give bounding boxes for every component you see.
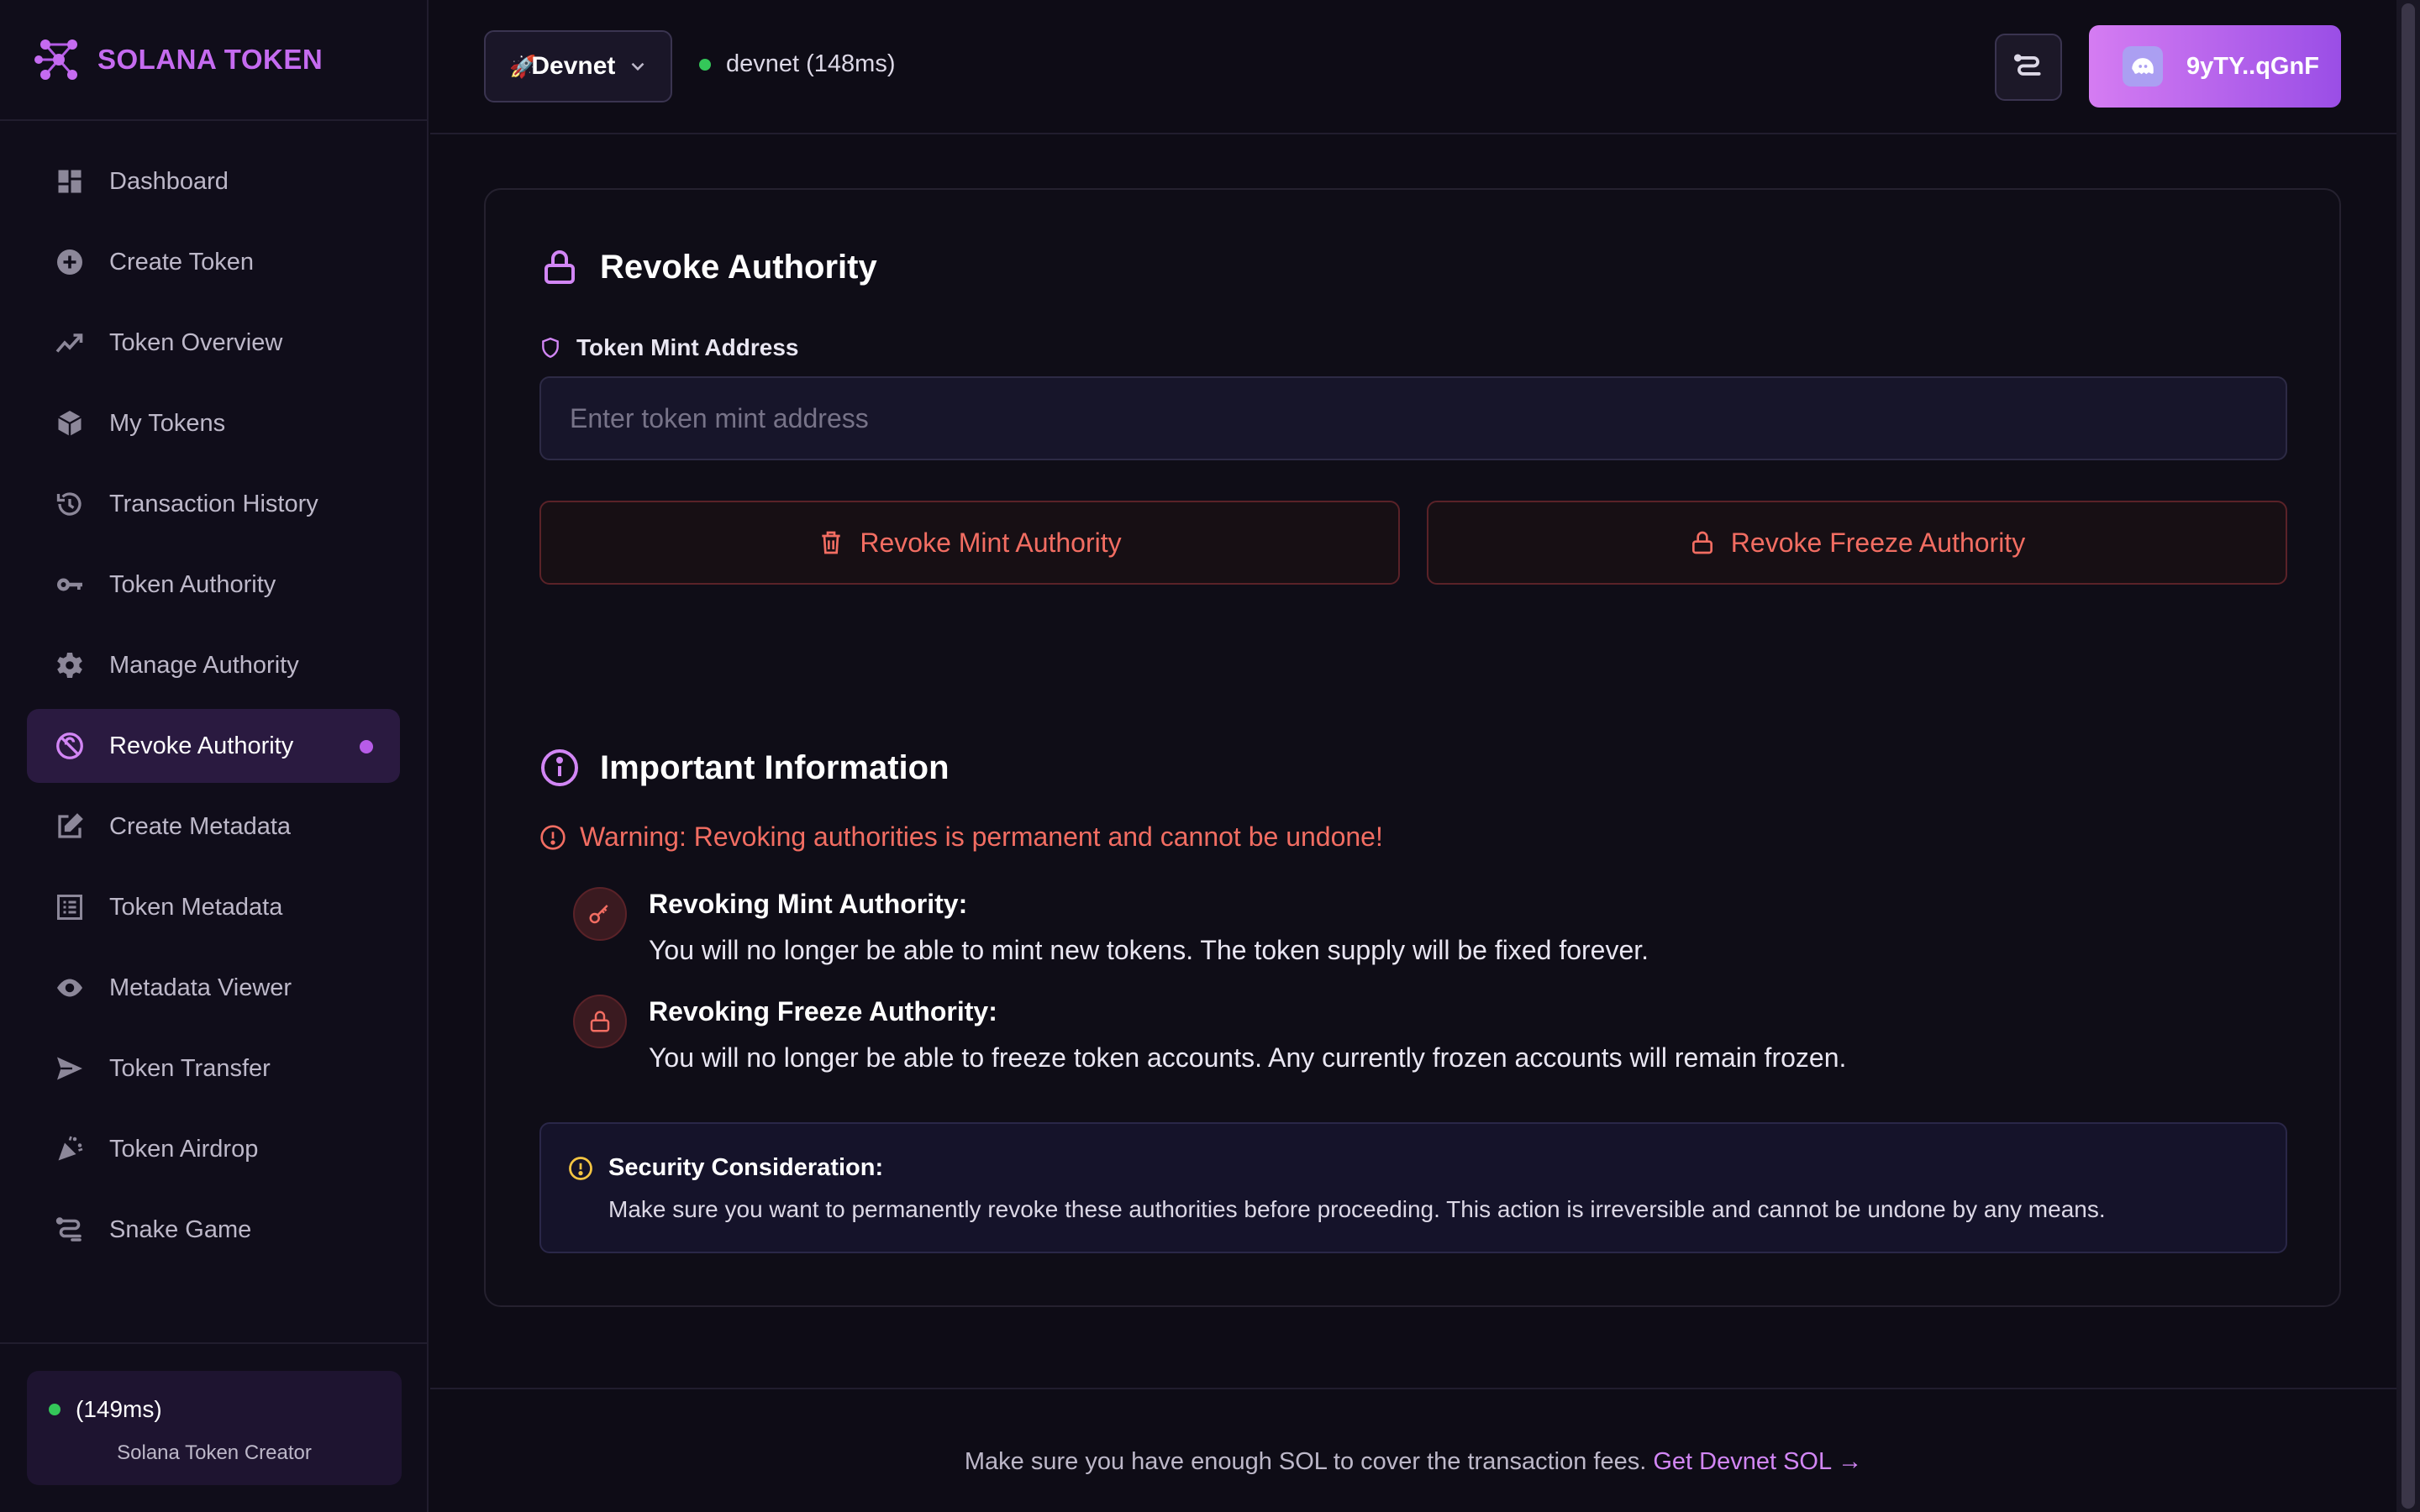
- history-icon: [54, 488, 86, 520]
- sidebar-item-manage-authority[interactable]: Manage Authority: [27, 628, 400, 702]
- send-icon: [54, 1053, 86, 1084]
- trend-icon: [54, 327, 86, 359]
- plus-circle-icon: [54, 246, 86, 278]
- connection-status-dot: [699, 58, 711, 71]
- sidebar-app-subtitle: Solana Token Creator: [117, 1441, 312, 1464]
- mint-info-heading: Revoking Mint Authority:: [649, 889, 968, 919]
- sidebar-item-token-overview[interactable]: Token Overview: [27, 306, 400, 380]
- sidebar-item-label: Manage Authority: [109, 651, 299, 679]
- key-icon: [573, 887, 627, 941]
- list-icon: [54, 891, 86, 923]
- security-heading: Security Consideration:: [608, 1154, 884, 1181]
- page-scrollbar[interactable]: [2396, 0, 2420, 1512]
- mint-address-input[interactable]: [539, 376, 2287, 460]
- sidebar-item-revoke-authority[interactable]: Revoke Authority: [27, 709, 400, 783]
- network-select[interactable]: 🚀 Devnet: [484, 30, 672, 102]
- revoke-authority-card: Revoke Authority Token Mint Address Revo…: [484, 188, 2341, 1307]
- sidebar-item-label: Create Metadata: [109, 812, 292, 840]
- sidebar-item-label: My Tokens: [109, 409, 226, 437]
- freeze-info-heading: Revoking Freeze Authority:: [649, 996, 997, 1026]
- network-status: devnet (148ms): [699, 50, 896, 78]
- wallet-button[interactable]: 9yTY..qGnF: [2089, 25, 2341, 108]
- chevron-down-icon: [631, 62, 644, 71]
- dashboard-icon: [54, 165, 86, 197]
- lock-icon: [1691, 531, 1712, 554]
- warning-circle-icon: [569, 1156, 592, 1180]
- sidebar-item-snake-game[interactable]: Snake Game: [27, 1193, 400, 1267]
- sidebar-item-label: Token Overview: [109, 328, 283, 356]
- sidebar-item-token-metadata[interactable]: Token Metadata: [27, 870, 400, 944]
- snake-icon: [54, 1214, 86, 1246]
- mint-info-body: You will no longer be able to mint new t…: [649, 935, 1649, 965]
- security-consideration-box: Security Consideration: Make sure you wa…: [539, 1122, 2287, 1253]
- key-icon: [54, 569, 86, 601]
- cubes-icon: [54, 407, 86, 439]
- connection-status-dot: [49, 1404, 60, 1415]
- page-title: Revoke Authority: [600, 248, 877, 286]
- get-devnet-sol-link[interactable]: Get Devnet SOL →: [1653, 1448, 1862, 1475]
- edit-icon: [54, 811, 86, 843]
- freeze-authority-info: Revoking Freeze Authority: You will no l…: [573, 995, 1847, 1074]
- sidebar-item-label: Create Token: [109, 248, 254, 276]
- sidebar-item-token-airdrop[interactable]: Token Airdrop: [27, 1112, 400, 1186]
- freeze-info-body: You will no longer be able to freeze tok…: [649, 1042, 1847, 1073]
- snake-game-button[interactable]: [1995, 34, 2062, 101]
- network-logo-icon: [34, 39, 77, 80]
- brand[interactable]: SOLANA TOKEN: [0, 0, 427, 121]
- sidebar-item-label: Token Authority: [109, 570, 276, 598]
- sidebar-item-token-authority[interactable]: Token Authority: [27, 548, 400, 622]
- alert-circle-icon: [540, 824, 566, 850]
- footer-text: Make sure you have enough SOL to cover t…: [964, 1448, 1647, 1475]
- eye-icon: [54, 972, 86, 1004]
- info-icon: [541, 749, 578, 786]
- sidebar: SOLANA TOKEN Dashboard Create Token Toke…: [0, 0, 429, 1512]
- sidebar-item-label: Dashboard: [109, 167, 229, 195]
- mint-authority-info: Revoking Mint Authority: You will no lon…: [573, 887, 1649, 966]
- sidebar-item-label: Token Metadata: [109, 893, 283, 921]
- phantom-wallet-icon: [2123, 46, 2163, 87]
- sidebar-item-create-metadata[interactable]: Create Metadata: [27, 790, 400, 864]
- snake-icon: [2013, 54, 2041, 76]
- sidebar-item-label: Snake Game: [109, 1215, 252, 1243]
- sidebar-item-my-tokens[interactable]: My Tokens: [27, 386, 400, 460]
- revoke-mint-label: Revoke Mint Authority: [860, 527, 1122, 558]
- wallet-address: 9yTY..qGnF: [2186, 52, 2319, 80]
- active-indicator-dot: [360, 740, 373, 753]
- sidebar-item-transaction-history[interactable]: Transaction History: [27, 467, 400, 541]
- sidebar-item-metadata-viewer[interactable]: Metadata Viewer: [27, 951, 400, 1025]
- revoke-freeze-label: Revoke Freeze Authority: [1730, 527, 2026, 558]
- info-section-title: Important Information: [600, 748, 950, 786]
- revoke-freeze-authority-button[interactable]: Revoke Freeze Authority: [1427, 501, 2287, 585]
- sidebar-item-dashboard[interactable]: Dashboard: [27, 144, 400, 218]
- sidebar-divider: [0, 1342, 427, 1344]
- mint-address-label: Token Mint Address: [576, 334, 799, 360]
- scrollbar-thumb[interactable]: [2402, 3, 2415, 1509]
- lock-icon: [573, 995, 627, 1048]
- sidebar-item-label: Token Transfer: [109, 1054, 271, 1082]
- party-icon: [54, 1133, 86, 1165]
- sidebar-nav: Dashboard Create Token Token Overview My…: [0, 121, 427, 1267]
- trash-icon: [822, 531, 841, 554]
- sidebar-item-label: Metadata Viewer: [109, 974, 292, 1001]
- top-header: 🚀 Devnet devnet (148ms) 9yTY..qGnF: [430, 0, 2396, 134]
- lock-icon: [544, 250, 575, 284]
- network-select-value: Devnet: [531, 52, 616, 80]
- network-status-text: devnet (148ms): [726, 50, 896, 77]
- shield-icon: [542, 337, 559, 359]
- sidebar-item-label: Transaction History: [109, 490, 318, 517]
- security-body: Make sure you want to permanently revoke…: [608, 1196, 2106, 1222]
- sidebar-item-token-transfer[interactable]: Token Transfer: [27, 1032, 400, 1105]
- sidebar-item-label: Token Airdrop: [109, 1135, 259, 1163]
- sidebar-item-label: Revoke Authority: [109, 732, 294, 759]
- sidebar-item-create-token[interactable]: Create Token: [27, 225, 400, 299]
- brand-title: SOLANA TOKEN: [97, 44, 324, 75]
- sidebar-latency: (149ms): [76, 1396, 162, 1422]
- warning-text: Warning: Revoking authorities is permane…: [580, 822, 1383, 852]
- footer: Make sure you have enough SOL to cover t…: [430, 1388, 2396, 1512]
- revoke-icon: [54, 730, 86, 762]
- revoke-mint-authority-button[interactable]: Revoke Mint Authority: [539, 501, 1400, 585]
- sidebar-status-card: (149ms) Solana Token Creator: [27, 1371, 402, 1485]
- gear-icon: [54, 649, 86, 681]
